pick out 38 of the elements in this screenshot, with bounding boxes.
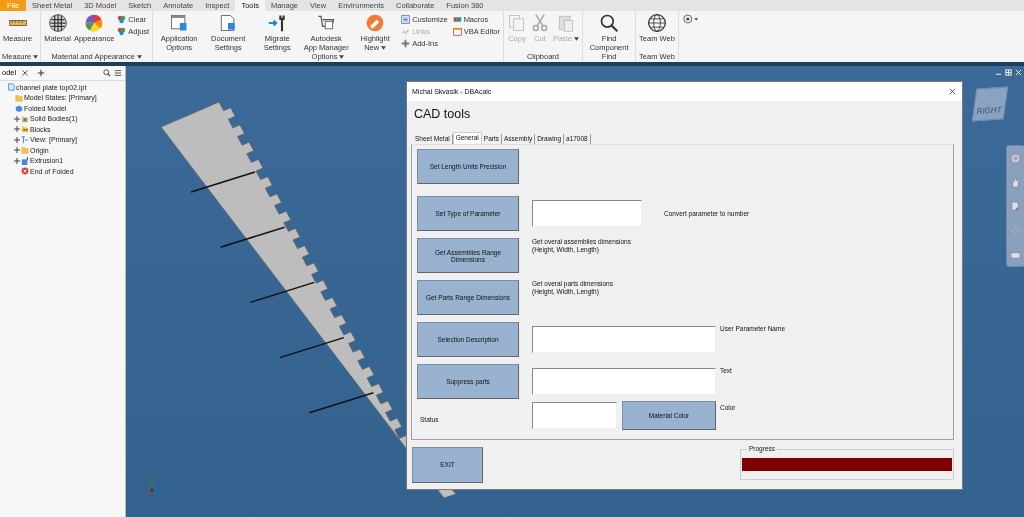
arrow-wrench-icon <box>267 13 288 33</box>
color-field[interactable] <box>532 402 617 429</box>
color-wheel-icon <box>84 13 105 33</box>
blocks-folder-icon <box>21 125 29 134</box>
search-icon[interactable] <box>103 69 111 77</box>
zoom-page-icon[interactable] <box>1010 200 1021 212</box>
close-icon[interactable] <box>949 88 956 95</box>
dropdown-icon[interactable] <box>682 14 699 24</box>
view-icon <box>21 135 29 144</box>
expand-toggle[interactable] <box>14 126 20 133</box>
vba-editor-icon <box>452 26 462 36</box>
folder-icon <box>15 93 23 102</box>
search-icon <box>599 13 620 33</box>
expand-toggle[interactable] <box>14 136 20 143</box>
close-icon[interactable] <box>21 69 30 77</box>
checkered-sphere-icon <box>47 13 68 33</box>
input-field[interactable] <box>532 326 716 353</box>
expand-toggle[interactable] <box>14 157 20 164</box>
expand-toggle[interactable] <box>14 147 20 154</box>
folder-icon <box>21 146 29 155</box>
list-icon <box>401 14 411 24</box>
expand-toggle[interactable] <box>14 115 20 122</box>
menu-icon[interactable] <box>114 69 122 77</box>
macro-icon <box>452 14 462 24</box>
part-file-icon <box>7 83 15 92</box>
input-field[interactable] <box>532 368 716 395</box>
look-at-icon[interactable] <box>1010 248 1021 260</box>
globe-icon <box>646 13 667 33</box>
dialog-heading: CAD tools <box>414 107 472 123</box>
plus-icon[interactable] <box>37 69 46 77</box>
end-marker-icon <box>21 167 29 176</box>
add-ins-icon <box>401 38 411 48</box>
hand-icon[interactable] <box>1010 176 1021 188</box>
input-field[interactable] <box>532 200 642 227</box>
extrusion-icon <box>21 156 29 165</box>
solid-body-folder-icon <box>21 114 29 123</box>
restore-icon[interactable] <box>1005 69 1012 76</box>
model-icon <box>15 104 23 113</box>
